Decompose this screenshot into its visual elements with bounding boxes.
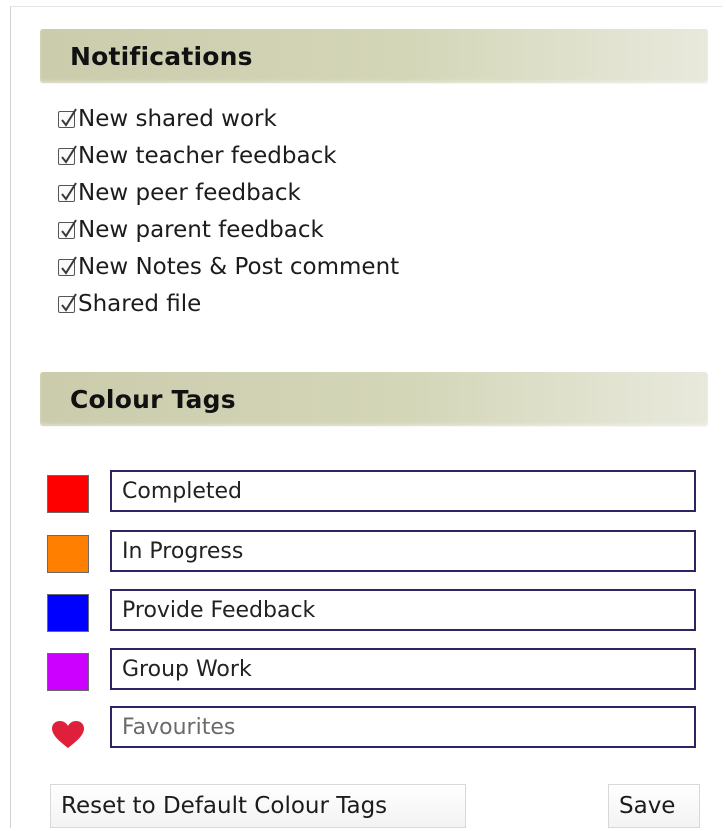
checkmark-icon bbox=[61, 145, 77, 164]
tag-in-progress-input[interactable] bbox=[110, 530, 696, 572]
notifications-header: Notifications bbox=[40, 29, 708, 83]
checkmark-icon bbox=[61, 182, 77, 201]
notification-item-new-shared-work: New shared work bbox=[58, 104, 399, 141]
save-button[interactable]: Save bbox=[608, 784, 700, 828]
tag-favourites-input[interactable] bbox=[110, 706, 696, 748]
checkmark-icon bbox=[61, 256, 77, 275]
checkmark-icon bbox=[61, 108, 77, 127]
tag-completed-input[interactable] bbox=[110, 470, 696, 512]
notification-label: New shared work bbox=[78, 106, 277, 132]
new-shared-work-checkbox[interactable] bbox=[58, 108, 77, 128]
orange-swatch-icon[interactable] bbox=[47, 535, 89, 573]
colour-tag-row-group-work bbox=[47, 648, 699, 691]
red-swatch-icon[interactable] bbox=[47, 475, 89, 513]
heart-icon bbox=[51, 720, 85, 754]
notification-item-new-notes-post-comment: New Notes & Post comment bbox=[58, 252, 399, 289]
new-notes-post-comment-checkbox[interactable] bbox=[58, 256, 77, 276]
tag-group-work-input[interactable] bbox=[110, 648, 696, 690]
blue-swatch-icon[interactable] bbox=[47, 594, 89, 632]
colour-tag-row-provide-feedback bbox=[47, 589, 699, 632]
notification-label: New parent feedback bbox=[78, 217, 324, 243]
notification-item-shared-file: Shared file bbox=[58, 289, 399, 326]
checkmark-icon bbox=[61, 219, 77, 238]
colour-tag-row-favourites bbox=[47, 706, 699, 748]
new-peer-feedback-checkbox[interactable] bbox=[58, 182, 77, 202]
new-teacher-feedback-checkbox[interactable] bbox=[58, 145, 77, 165]
notification-label: New Notes & Post comment bbox=[78, 254, 400, 280]
colour-tag-row-completed bbox=[47, 470, 699, 513]
notification-label: Shared file bbox=[78, 291, 202, 317]
notification-item-new-peer-feedback: New peer feedback bbox=[58, 178, 399, 215]
reset-default-colour-tags-button[interactable]: Reset to Default Colour Tags bbox=[50, 784, 466, 828]
notification-item-new-teacher-feedback: New teacher feedback bbox=[58, 141, 399, 178]
notification-item-new-parent-feedback: New parent feedback bbox=[58, 215, 399, 252]
notification-label: New teacher feedback bbox=[78, 143, 337, 169]
shared-file-checkbox[interactable] bbox=[58, 293, 77, 313]
notifications-title: Notifications bbox=[70, 42, 253, 71]
purple-swatch-icon[interactable] bbox=[47, 653, 89, 691]
checkmark-icon bbox=[61, 293, 77, 312]
tag-provide-feedback-input[interactable] bbox=[110, 589, 696, 631]
colour-tag-row-in-progress bbox=[47, 530, 699, 573]
notifications-list: New shared work New teacher feedback New… bbox=[58, 104, 399, 326]
notification-label: New peer feedback bbox=[78, 180, 301, 206]
new-parent-feedback-checkbox[interactable] bbox=[58, 219, 77, 239]
colour-tags-header: Colour Tags bbox=[40, 372, 708, 426]
colour-tags-title: Colour Tags bbox=[70, 385, 236, 414]
